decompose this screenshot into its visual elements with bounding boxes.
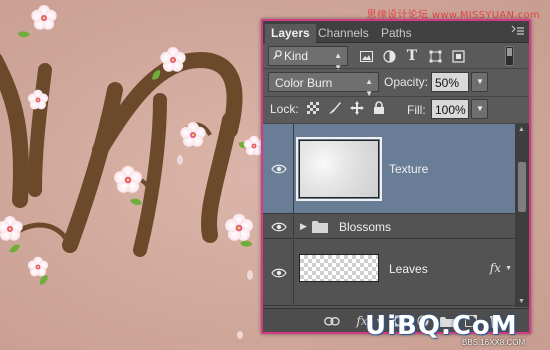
lock-label: Lock: — [270, 102, 299, 116]
filter-kind-label: Kind — [284, 49, 309, 63]
panel-menu-icon[interactable] — [511, 25, 525, 37]
tab-channels[interactable]: Channels — [312, 24, 375, 43]
link-layers-icon[interactable] — [323, 314, 341, 328]
eye-icon[interactable] — [271, 222, 287, 232]
opacity-label: Opacity: — [384, 75, 429, 89]
panel-tab-bar: Layers Channels Paths — [263, 21, 529, 43]
lock-transparent-pixels-icon[interactable] — [305, 100, 321, 116]
layer-row-blossoms[interactable]: ▶ Blossoms — [263, 215, 515, 239]
divider — [263, 96, 529, 97]
layer-thumbnail-leaves[interactable] — [299, 254, 379, 282]
fill-dropdown-button[interactable]: ▼ — [471, 99, 488, 119]
lock-image-pixels-icon[interactable] — [327, 100, 343, 116]
lock-position-icon[interactable] — [349, 100, 365, 116]
fill-input[interactable]: 100% — [431, 99, 469, 119]
filter-row: Kind ▲▼ T — [263, 44, 529, 72]
chevron-down-icon: ▼ — [476, 77, 484, 86]
chevron-down-icon[interactable]: ▼ — [505, 265, 512, 272]
type-filter-icon[interactable]: T — [403, 47, 421, 65]
lock-all-icon[interactable] — [371, 100, 387, 116]
visibility-cell — [263, 240, 294, 305]
blend-mode-value: Color Burn — [275, 76, 333, 90]
chevron-down-icon: ▲▼ — [334, 51, 342, 72]
layer-row-texture[interactable]: Texture — [263, 124, 515, 214]
search-icon — [273, 50, 282, 60]
image-filter-icon[interactable] — [357, 47, 375, 65]
layers-list: Texture ▶ Blossoms Leaves fx ▼ — [263, 124, 515, 307]
eye-icon[interactable] — [271, 164, 287, 174]
smart-object-filter-icon[interactable] — [449, 47, 467, 65]
opacity-dropdown-button[interactable]: ▼ — [471, 72, 488, 92]
shape-filter-icon[interactable] — [426, 47, 444, 65]
scroll-thumb[interactable] — [518, 162, 526, 212]
scroll-up-icon[interactable]: ▲ — [518, 126, 525, 133]
eye-icon[interactable] — [271, 268, 287, 278]
filter-toggle-switch[interactable] — [505, 46, 514, 66]
chevron-down-icon: ▼ — [476, 104, 484, 113]
layer-name-blossoms[interactable]: Blossoms — [339, 220, 391, 234]
layer-row-leaves[interactable]: Leaves fx ▼ — [263, 240, 515, 306]
watermark-url: BBS.16XX8.COM — [462, 338, 526, 347]
visibility-cell — [263, 124, 294, 213]
adjustment-filter-icon[interactable] — [380, 47, 398, 65]
folder-icon — [312, 221, 328, 233]
filter-kind-select[interactable]: Kind ▲▼ — [268, 46, 348, 72]
divider — [263, 68, 529, 69]
watermark-logo: UiBQ.CoM — [365, 311, 518, 341]
fill-label: Fill: — [407, 103, 426, 117]
expand-arrow-icon[interactable]: ▶ — [300, 221, 307, 232]
layers-panel: Layers Channels Paths Kind ▲▼ T — [261, 19, 531, 334]
layer-thumbnail-texture[interactable] — [299, 140, 379, 198]
tab-layers[interactable]: Layers — [265, 24, 316, 43]
layer-name-leaves[interactable]: Leaves — [389, 262, 428, 276]
layer-name-texture[interactable]: Texture — [389, 162, 428, 176]
layer-effects-badge[interactable]: fx — [490, 261, 501, 275]
blend-mode-select[interactable]: Color Burn ▲ ▼ — [268, 72, 379, 98]
scroll-down-icon[interactable]: ▼ — [518, 298, 525, 305]
opacity-input[interactable]: 50% — [431, 72, 469, 92]
visibility-cell — [263, 215, 294, 238]
layers-scrollbar[interactable]: ▲ ▼ — [515, 124, 529, 307]
tab-paths[interactable]: Paths — [375, 24, 418, 43]
